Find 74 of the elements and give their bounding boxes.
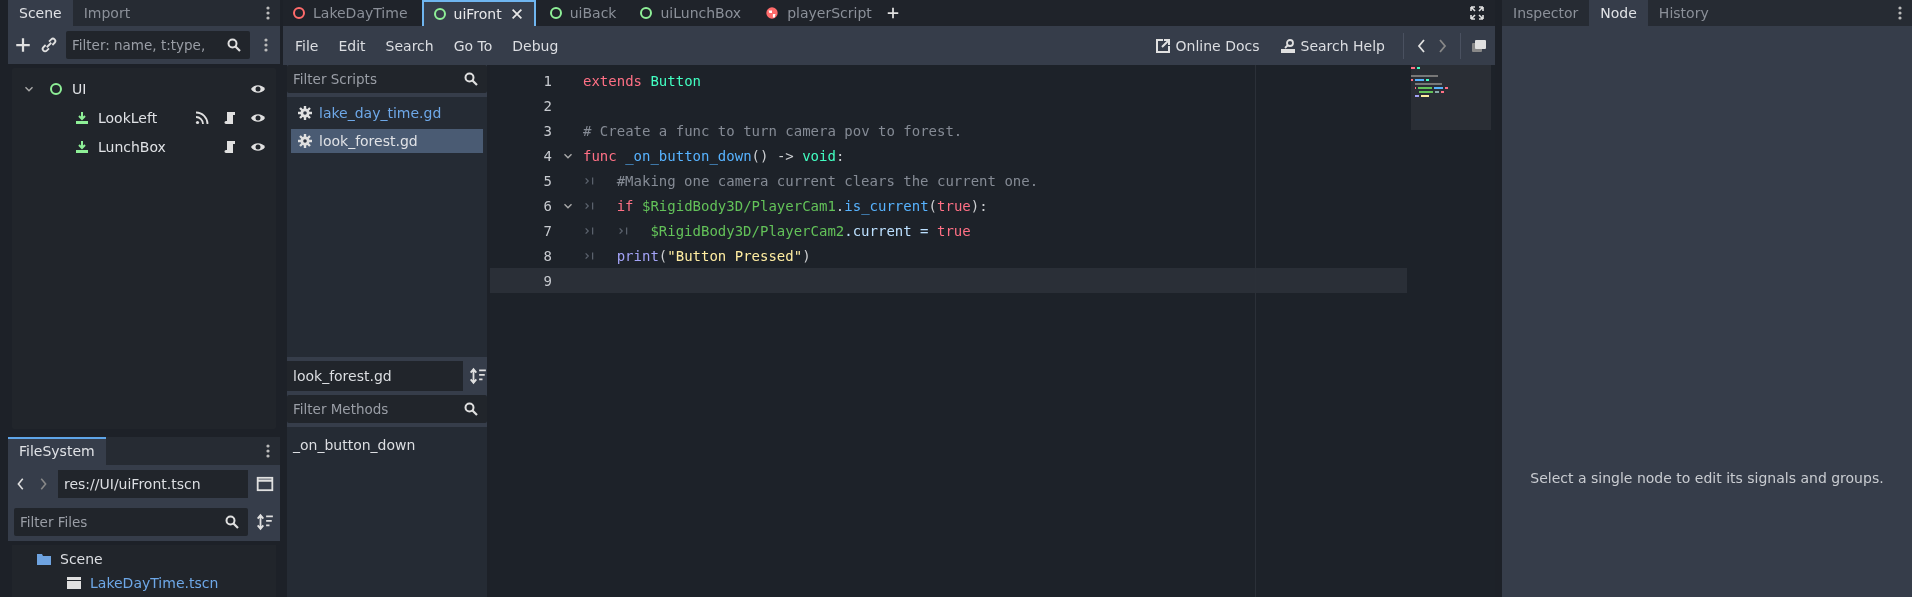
search-icon <box>463 71 479 87</box>
line-number: 2 <box>542 97 552 114</box>
code-text: func _on_button_down() -> void: <box>583 147 845 164</box>
script-item[interactable]: lake_day_time.gd <box>291 101 483 125</box>
gear-icon <box>297 105 313 121</box>
line-number: 5 <box>542 172 552 189</box>
script-item[interactable]: look_forest.gd <box>291 129 483 153</box>
menu-item[interactable]: Search <box>377 33 442 58</box>
line-number: 1 <box>542 72 552 89</box>
filter-field[interactable]: Filter: name, t:type, <box>66 31 250 59</box>
line-number: 4 <box>542 147 552 164</box>
node-label[interactable]: LookLeft <box>98 109 158 126</box>
search-icon <box>226 37 242 53</box>
code-text: extends Button <box>583 72 701 89</box>
dock-tab[interactable]: Node <box>1589 0 1648 26</box>
code-text: $RigidBody3D/PlayerCam2.current = true <box>650 222 971 239</box>
path-field[interactable]: res://UI/uiFront.tscn <box>58 470 248 498</box>
scene-tab[interactable]: uiBack <box>539 0 627 26</box>
scene-tab[interactable]: uiFront <box>421 0 536 26</box>
scene-tab[interactable]: playerScript <box>755 0 882 26</box>
dock-tab[interactable]: Inspector <box>1502 0 1590 26</box>
close-icon[interactable] <box>509 7 524 21</box>
code-text: print("Button Pressed") <box>616 247 811 264</box>
dock-tab[interactable]: Scene <box>8 0 73 26</box>
dock-tab[interactable]: Import <box>72 0 142 26</box>
download-icon <box>74 109 90 126</box>
search-icon <box>224 514 240 530</box>
dock-tab[interactable]: History <box>1647 0 1720 26</box>
line-number: 7 <box>542 222 552 239</box>
help-button[interactable]: Search Help <box>1271 33 1393 58</box>
filter-field[interactable]: Filter Files <box>14 508 248 536</box>
windows-icon[interactable] <box>1471 37 1487 54</box>
script-name: look_forest.gd <box>287 361 463 391</box>
method-item[interactable]: _on_button_down <box>293 433 481 457</box>
filter-field[interactable]: Filter Methods <box>287 395 487 423</box>
script-icon[interactable] <box>222 109 238 126</box>
download-icon <box>74 138 90 155</box>
search-icon <box>463 401 479 417</box>
file-label[interactable]: LakeDayTime.tscn <box>90 575 219 591</box>
add-node-icon[interactable] <box>14 36 32 54</box>
clapperboard-icon <box>66 575 82 591</box>
code-text: if $RigidBody3D/PlayerCam1.is_current(true): <box>616 197 988 214</box>
external-link-icon <box>1154 37 1171 54</box>
help-button[interactable]: Online Docs <box>1146 33 1268 58</box>
window-icon[interactable] <box>256 475 274 493</box>
scene-tab[interactable]: LakeDayTime <box>283 0 418 26</box>
folder-icon <box>36 551 52 567</box>
sort-icon[interactable] <box>256 513 274 531</box>
line-number: 6 <box>542 197 552 214</box>
code-text: #Making one camera current clears the current one. <box>616 172 1039 189</box>
scene-tab[interactable]: uiLunchBox <box>630 0 752 26</box>
menu-item[interactable]: Debug <box>504 33 567 58</box>
info-message: Select a single node to edit its signals and groups. <box>1530 470 1884 486</box>
magnifier-icon <box>1279 37 1296 54</box>
fullscreen-icon[interactable] <box>1469 5 1485 21</box>
menu-item[interactable]: File <box>287 33 327 58</box>
node-label[interactable]: UI <box>72 80 87 97</box>
dock-tab[interactable]: FileSystem <box>8 437 106 465</box>
circle-icon <box>48 80 64 97</box>
line-number: 9 <box>542 272 552 289</box>
code-text: # Create a func to turn camera pov to forest. <box>583 122 963 139</box>
menu-item[interactable]: Go To <box>445 33 501 58</box>
line-number: 8 <box>542 247 552 264</box>
gear-icon <box>297 133 313 149</box>
file-label[interactable]: Scene <box>60 551 103 567</box>
line-number: 3 <box>542 122 552 139</box>
sort-icon[interactable] <box>469 367 487 385</box>
script-icon[interactable] <box>222 138 238 155</box>
signal-icon[interactable] <box>194 109 210 126</box>
node-label[interactable]: LunchBox <box>98 138 166 155</box>
filter-field[interactable]: Filter Scripts <box>287 65 487 93</box>
link-icon[interactable] <box>40 36 58 54</box>
menu-item[interactable]: Edit <box>330 33 374 58</box>
add-tab-icon[interactable] <box>885 6 900 20</box>
